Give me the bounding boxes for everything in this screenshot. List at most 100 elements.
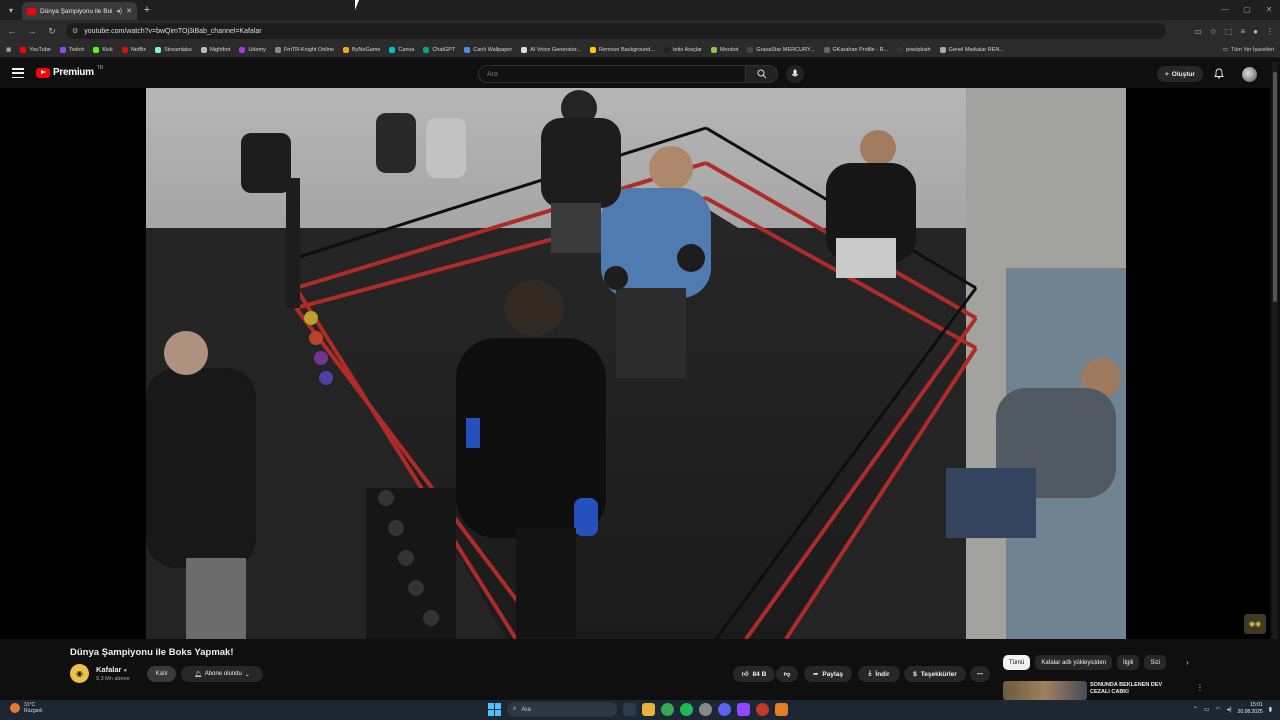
scrollbar-thumb[interactable] [1273,72,1277,302]
chevron-up-icon[interactable]: ⌃ [1193,706,1198,713]
bookmark-item[interactable]: ByNoGame [342,46,380,53]
dislike-button[interactable]: 👎︎ [776,666,798,682]
minimize-icon[interactable]: — [1214,0,1236,20]
weather-widget[interactable]: 31°C Rüzgarlı [10,702,43,714]
chip-all[interactable]: Tümü [1003,655,1031,670]
recommendation-thumbnail[interactable] [1003,681,1087,700]
bookmark-item[interactable]: Remove Background... [589,46,655,53]
microphone-icon [791,69,799,77]
more-actions-button[interactable]: ⋯ [970,666,990,682]
extensions-icon[interactable]: ⬚ [1225,27,1233,36]
spotify-icon[interactable] [680,703,693,716]
search-button[interactable] [746,65,778,83]
thanks-button[interactable]: $ Teşekkürler [904,666,966,682]
recommendation-menu-icon[interactable]: ⋮ [1196,683,1204,692]
close-window-icon[interactable]: ✕ [1258,0,1280,20]
create-button[interactable]: + Oluştur [1157,66,1203,82]
chrome-icon[interactable] [661,703,674,716]
channel-watermark-icon[interactable]: ◉◉ [1244,614,1266,634]
task-view-icon[interactable] [623,703,636,716]
bookmark-item[interactable]: Netflix [121,46,146,53]
bookmark-star-icon[interactable]: ☆ [1210,27,1217,36]
tab-search-icon[interactable]: ▾ [0,0,22,20]
tab-title: Dünya Şampiyonu ile Boks Yapmak! [40,7,112,15]
channel-avatar[interactable]: ◉ [70,664,89,683]
obs-icon[interactable] [756,703,769,716]
bookmark-item[interactable]: tetio Araçlar [663,46,702,53]
close-tab-icon[interactable]: ✕ [126,7,132,15]
subscribed-button[interactable]: 🔔︎ Abone olundu ⌄ [181,666,263,682]
bookmark-favicon-icon [589,46,596,53]
bookmark-label: Nightbot [209,46,231,53]
bookmark-item[interactable]: AI Voice Generator... [521,46,581,53]
wifi-icon[interactable]: ◠ [1215,706,1220,713]
new-tab-button[interactable]: + [137,4,157,16]
volume-icon[interactable]: ◂) [1227,706,1232,713]
bookmark-item[interactable]: Genel Markalar REN... [939,46,1004,53]
steam-icon[interactable] [699,703,712,716]
bookmark-label: Kick [102,46,113,53]
voice-search-button[interactable] [786,65,804,83]
site-info-icon[interactable]: ⚙ [72,27,78,35]
bookmark-label: AI Voice Generator... [530,46,581,53]
maximize-icon[interactable]: ▢ [1236,0,1258,20]
all-bookmarks-button[interactable]: ▭ Tüm Yer İşaretleri [1223,47,1274,53]
url-field[interactable]: ⚙ youtube.com/watch?v=bwQimTOj3iBab_chan… [66,23,1166,39]
like-button[interactable]: 👍︎ 84 B [733,666,775,682]
bookmark-item[interactable]: ChatGPT [423,46,455,53]
bookmark-item[interactable]: Canva [389,46,414,53]
window-controls: — ▢ ✕ [1214,0,1280,20]
twitch-studio-icon[interactable] [737,703,750,716]
windows-taskbar: 31°C Rüzgarlı ⌕ Ara ⌃ ▭ ◠ ◂) 15:01 20.08… [0,700,1280,720]
notifications-bell-icon[interactable] [1214,68,1224,79]
cast-icon[interactable]: ▭ [1194,27,1202,36]
channel-name[interactable]: Kafalar ● [96,665,127,674]
apps-grid-icon[interactable]: ▦ [6,47,11,53]
video-player[interactable] [146,88,1126,639]
chip-for-you[interactable]: Sizi [1144,655,1167,670]
bookmark-item[interactable]: Moobot [710,46,738,53]
share-button[interactable]: ➦ Paylaş [804,666,852,682]
chip-related[interactable]: İlgili [1117,655,1140,670]
bookmark-item[interactable]: Udemy [239,46,266,53]
back-arrow-icon[interactable]: ← [6,26,18,36]
bookmark-item[interactable]: GKarahan Profile - R... [823,46,888,53]
chevron-right-icon[interactable]: › [1186,658,1189,667]
bookmark-label: tetio Araçlar [672,46,702,53]
discord-icon[interactable] [718,703,731,716]
bookmark-item[interactable]: Kick [93,46,113,53]
download-button[interactable]: ⤓ İndir [858,666,900,682]
speaker-icon[interactable]: ◂) [116,7,122,15]
network-icon[interactable]: ▭ [1204,706,1210,713]
bookmark-item[interactable]: Canlı Wallpaper [464,46,512,53]
notification-icon[interactable]: ▮ [1269,706,1272,713]
bookmark-item[interactable]: FmTR-Knight Online [274,46,334,53]
user-avatar[interactable] [1242,67,1257,82]
join-button[interactable]: Katıl [147,666,176,682]
menu-hamburger-icon[interactable] [12,68,24,78]
app-icon[interactable] [775,703,788,716]
page-scrollbar[interactable] [1272,62,1278,702]
search-input[interactable] [478,65,746,83]
bookmark-item[interactable]: pixelplush [897,46,931,53]
sidebar-icon[interactable]: ≡ [1240,27,1245,36]
bookmark-label: FmTR-Knight Online [283,46,334,53]
windows-start-icon[interactable] [488,703,501,716]
youtube-logo[interactable]: Premium TR [36,65,103,78]
bookmark-item[interactable]: Twitch [59,46,84,53]
bookmark-item[interactable]: YouTube [20,46,51,53]
mouse-cursor-icon [355,0,363,10]
taskbar-search[interactable]: ⌕ Ara [507,702,617,717]
recommendation-title[interactable]: SONUNDA BEKLENEN DEV CEZALI CABKI [1090,682,1180,696]
forward-arrow-icon[interactable]: → [26,26,38,36]
browser-tab-active[interactable]: Dünya Şampiyonu ile Boks Yapmak! ◂) ✕ [22,2,137,20]
reload-icon[interactable]: ↻ [46,26,58,37]
clock[interactable]: 15:01 20.08.2025 [1238,702,1263,716]
bookmark-item[interactable]: Nightbot [200,46,231,53]
browser-menu-icon[interactable]: ⋮ [1266,27,1274,36]
profile-icon[interactable]: ● [1253,27,1258,36]
bookmark-item[interactable]: Streamlabs [155,46,192,53]
bookmark-item[interactable]: GravaStar MERCURY... [747,46,815,53]
chip-from-uploader[interactable]: Kafalar adlı yükleyiciden [1035,655,1113,670]
file-explorer-icon[interactable] [642,703,655,716]
